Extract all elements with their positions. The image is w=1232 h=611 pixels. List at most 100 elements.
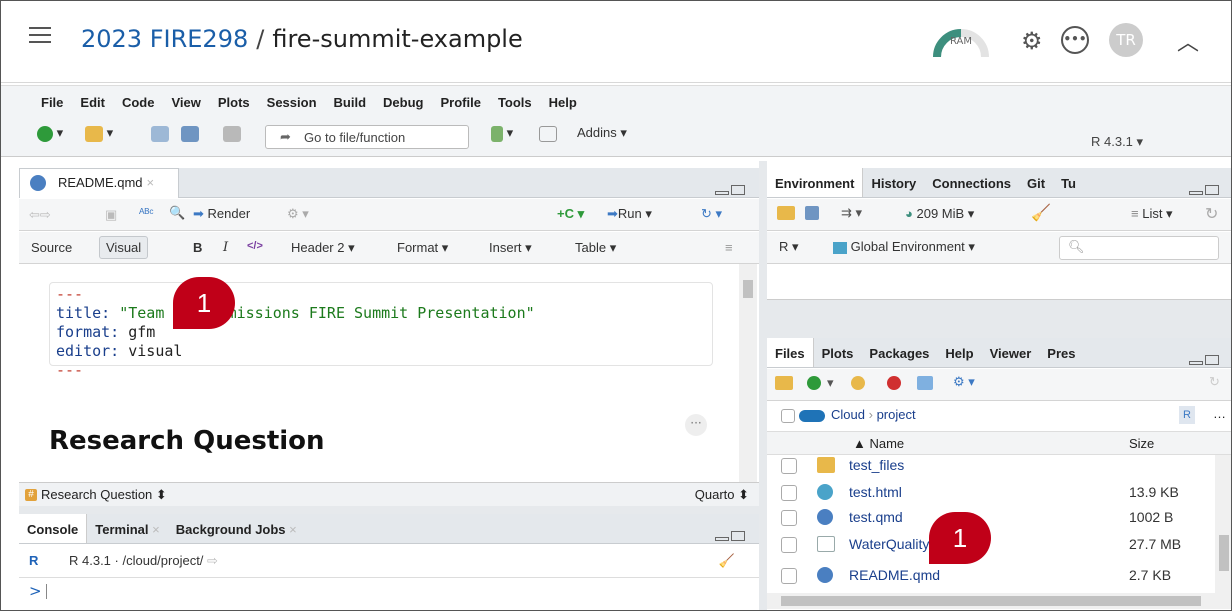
menu-plots[interactable]: Plots bbox=[218, 86, 250, 110]
addins-menu[interactable]: Addins ▾ bbox=[577, 125, 627, 147]
console-minmax-icon[interactable] bbox=[713, 526, 749, 541]
close-icon[interactable]: × bbox=[289, 522, 297, 537]
tab-history[interactable]: History bbox=[863, 168, 924, 197]
outline-icon[interactable]: ≡ bbox=[725, 240, 733, 255]
go-to-file-input[interactable]: ➦ Go to file/function bbox=[265, 125, 469, 149]
menu-profile[interactable]: Profile bbox=[440, 86, 480, 110]
memory-usage[interactable]: ◕ 209 MiB ▾ bbox=[905, 206, 974, 222]
r-version-menu[interactable]: R 4.3.1 ▾ bbox=[1091, 134, 1143, 150]
list-view-dropdown[interactable]: ≡ List ▾ bbox=[1131, 206, 1173, 222]
rename-icon[interactable] bbox=[917, 376, 933, 390]
clear-console-icon[interactable]: 🧹 bbox=[719, 553, 735, 569]
more-options-icon[interactable]: ••• bbox=[1061, 26, 1089, 54]
open-file-icon[interactable]: ▾ bbox=[85, 125, 113, 147]
save-all-icon[interactable] bbox=[181, 125, 199, 147]
tab-console[interactable]: Console bbox=[19, 514, 88, 543]
tab-readme[interactable]: README.qmd × bbox=[19, 168, 179, 198]
language-dropdown[interactable]: R ▾ bbox=[779, 239, 799, 255]
save-icon[interactable] bbox=[151, 125, 169, 147]
file-name[interactable]: test_files bbox=[849, 457, 904, 473]
load-workspace-icon[interactable] bbox=[777, 206, 795, 220]
code-button[interactable]: </> bbox=[247, 240, 263, 252]
rerun-icon[interactable]: ↻ ▾ bbox=[701, 206, 722, 222]
render-button[interactable]: ➡ Render bbox=[193, 206, 250, 222]
file-row[interactable]: test_files bbox=[767, 453, 1231, 479]
print-icon[interactable] bbox=[223, 125, 241, 147]
menu-code[interactable]: Code bbox=[122, 86, 155, 110]
chevron-down-icon[interactable]: ▾ bbox=[827, 375, 834, 391]
bold-button[interactable]: B bbox=[193, 240, 202, 255]
delete-icon[interactable] bbox=[887, 376, 901, 390]
environment-body[interactable] bbox=[767, 264, 1231, 300]
save-workspace-icon[interactable] bbox=[805, 206, 819, 220]
menu-help[interactable]: Help bbox=[549, 86, 577, 110]
menu-file[interactable]: File bbox=[41, 86, 63, 110]
console-working-dir[interactable]: · /cloud/project/ bbox=[115, 553, 204, 568]
section-navigator[interactable]: Research Question ⬍ bbox=[41, 487, 167, 502]
menu-debug[interactable]: Debug bbox=[383, 86, 423, 110]
yaml-header[interactable]: --- title: "Team Zero-Emissions FIRE Sum… bbox=[49, 282, 713, 379]
file-name[interactable]: test.qmd bbox=[849, 509, 903, 525]
upload-icon[interactable] bbox=[851, 376, 865, 390]
new-file-icon[interactable] bbox=[807, 376, 821, 390]
environment-search-input[interactable]: 🔍︎ bbox=[1059, 236, 1219, 260]
spellcheck-icon[interactable]: ᴬᴮᶜ bbox=[139, 206, 154, 220]
crumb-project[interactable]: project bbox=[877, 407, 916, 422]
menu-view[interactable]: View bbox=[171, 86, 200, 110]
file-name[interactable]: test.html bbox=[849, 484, 902, 500]
menu-session[interactable]: Session bbox=[267, 86, 317, 110]
global-env-dropdown[interactable]: Global Environment ▾ bbox=[833, 239, 975, 255]
tab-git[interactable]: Git bbox=[1019, 168, 1053, 197]
layout-grid-icon[interactable] bbox=[539, 125, 557, 147]
row-checkbox[interactable] bbox=[781, 485, 797, 501]
back-forward-icon[interactable]: ⇦⇨ bbox=[29, 207, 51, 223]
tab-background-jobs[interactable]: Background Jobs × bbox=[168, 514, 305, 543]
tab-terminal[interactable]: Terminal × bbox=[87, 514, 167, 543]
console-input[interactable]: > bbox=[19, 577, 759, 605]
file-name[interactable]: README.qmd bbox=[849, 567, 940, 583]
gear-icon[interactable]: ⚙ ▾ bbox=[953, 374, 975, 390]
run-button[interactable]: ➡Run ▾ bbox=[607, 206, 652, 222]
format-dropdown[interactable]: Format ▾ bbox=[397, 240, 448, 256]
tab-presentation[interactable]: Pres bbox=[1039, 338, 1083, 367]
crumb-cloud[interactable]: Cloud bbox=[831, 407, 865, 422]
tab-files[interactable]: Files bbox=[767, 338, 814, 367]
menu-build[interactable]: Build bbox=[334, 86, 367, 110]
gear-icon[interactable]: ⚙ bbox=[1021, 27, 1043, 55]
table-dropdown[interactable]: Table ▾ bbox=[575, 240, 616, 256]
language-selector[interactable]: Quarto ⬍ bbox=[695, 487, 749, 503]
ram-gauge[interactable]: RAM bbox=[931, 23, 991, 61]
files-scrollbar[interactable] bbox=[1215, 455, 1231, 599]
file-row[interactable]: test.html 13.9 KB bbox=[767, 480, 1231, 506]
search-icon[interactable]: 🔍 bbox=[169, 205, 185, 221]
select-all-checkbox[interactable] bbox=[781, 409, 795, 423]
tab-environment[interactable]: Environment bbox=[767, 168, 864, 197]
row-checkbox[interactable] bbox=[781, 537, 797, 553]
editor-minmax-icon[interactable] bbox=[713, 180, 749, 195]
refresh-icon[interactable]: ↻ bbox=[1209, 374, 1220, 390]
more-options-icon[interactable]: … bbox=[1213, 406, 1226, 421]
row-checkbox[interactable] bbox=[781, 458, 797, 474]
menu-edit[interactable]: Edit bbox=[80, 86, 105, 110]
visual-mode-button[interactable]: Visual bbox=[99, 236, 149, 259]
hamburger-menu-icon[interactable] bbox=[29, 27, 51, 45]
tab-help[interactable]: Help bbox=[937, 338, 981, 367]
tab-connections[interactable]: Connections bbox=[924, 168, 1019, 197]
row-checkbox[interactable] bbox=[781, 568, 797, 584]
italic-button[interactable]: I bbox=[223, 240, 228, 255]
tab-tutorial[interactable]: Tu bbox=[1053, 168, 1084, 197]
pane-splitter[interactable] bbox=[759, 161, 767, 610]
close-icon[interactable]: × bbox=[147, 175, 155, 190]
file-row[interactable]: README.qmd 2.7 KB bbox=[767, 563, 1231, 589]
import-dataset-icon[interactable]: ⇉ ▾ bbox=[841, 205, 862, 221]
r-project-icon[interactable]: R bbox=[1179, 406, 1195, 424]
chevron-up-icon[interactable]: ︿ bbox=[1177, 25, 1199, 57]
version-control-icon[interactable]: ▾ bbox=[491, 125, 513, 147]
file-row[interactable]: WaterQuality.csv 27.7 MB bbox=[767, 532, 1231, 558]
refresh-icon[interactable]: ↻ bbox=[1205, 204, 1218, 224]
files-minmax-icon[interactable] bbox=[1187, 350, 1223, 365]
settings-gear-icon[interactable]: ⚙ ▾ bbox=[287, 206, 309, 222]
heading-research-question[interactable]: Research Question bbox=[49, 426, 325, 456]
tab-plots[interactable]: Plots bbox=[814, 338, 862, 367]
tab-viewer[interactable]: Viewer bbox=[982, 338, 1040, 367]
